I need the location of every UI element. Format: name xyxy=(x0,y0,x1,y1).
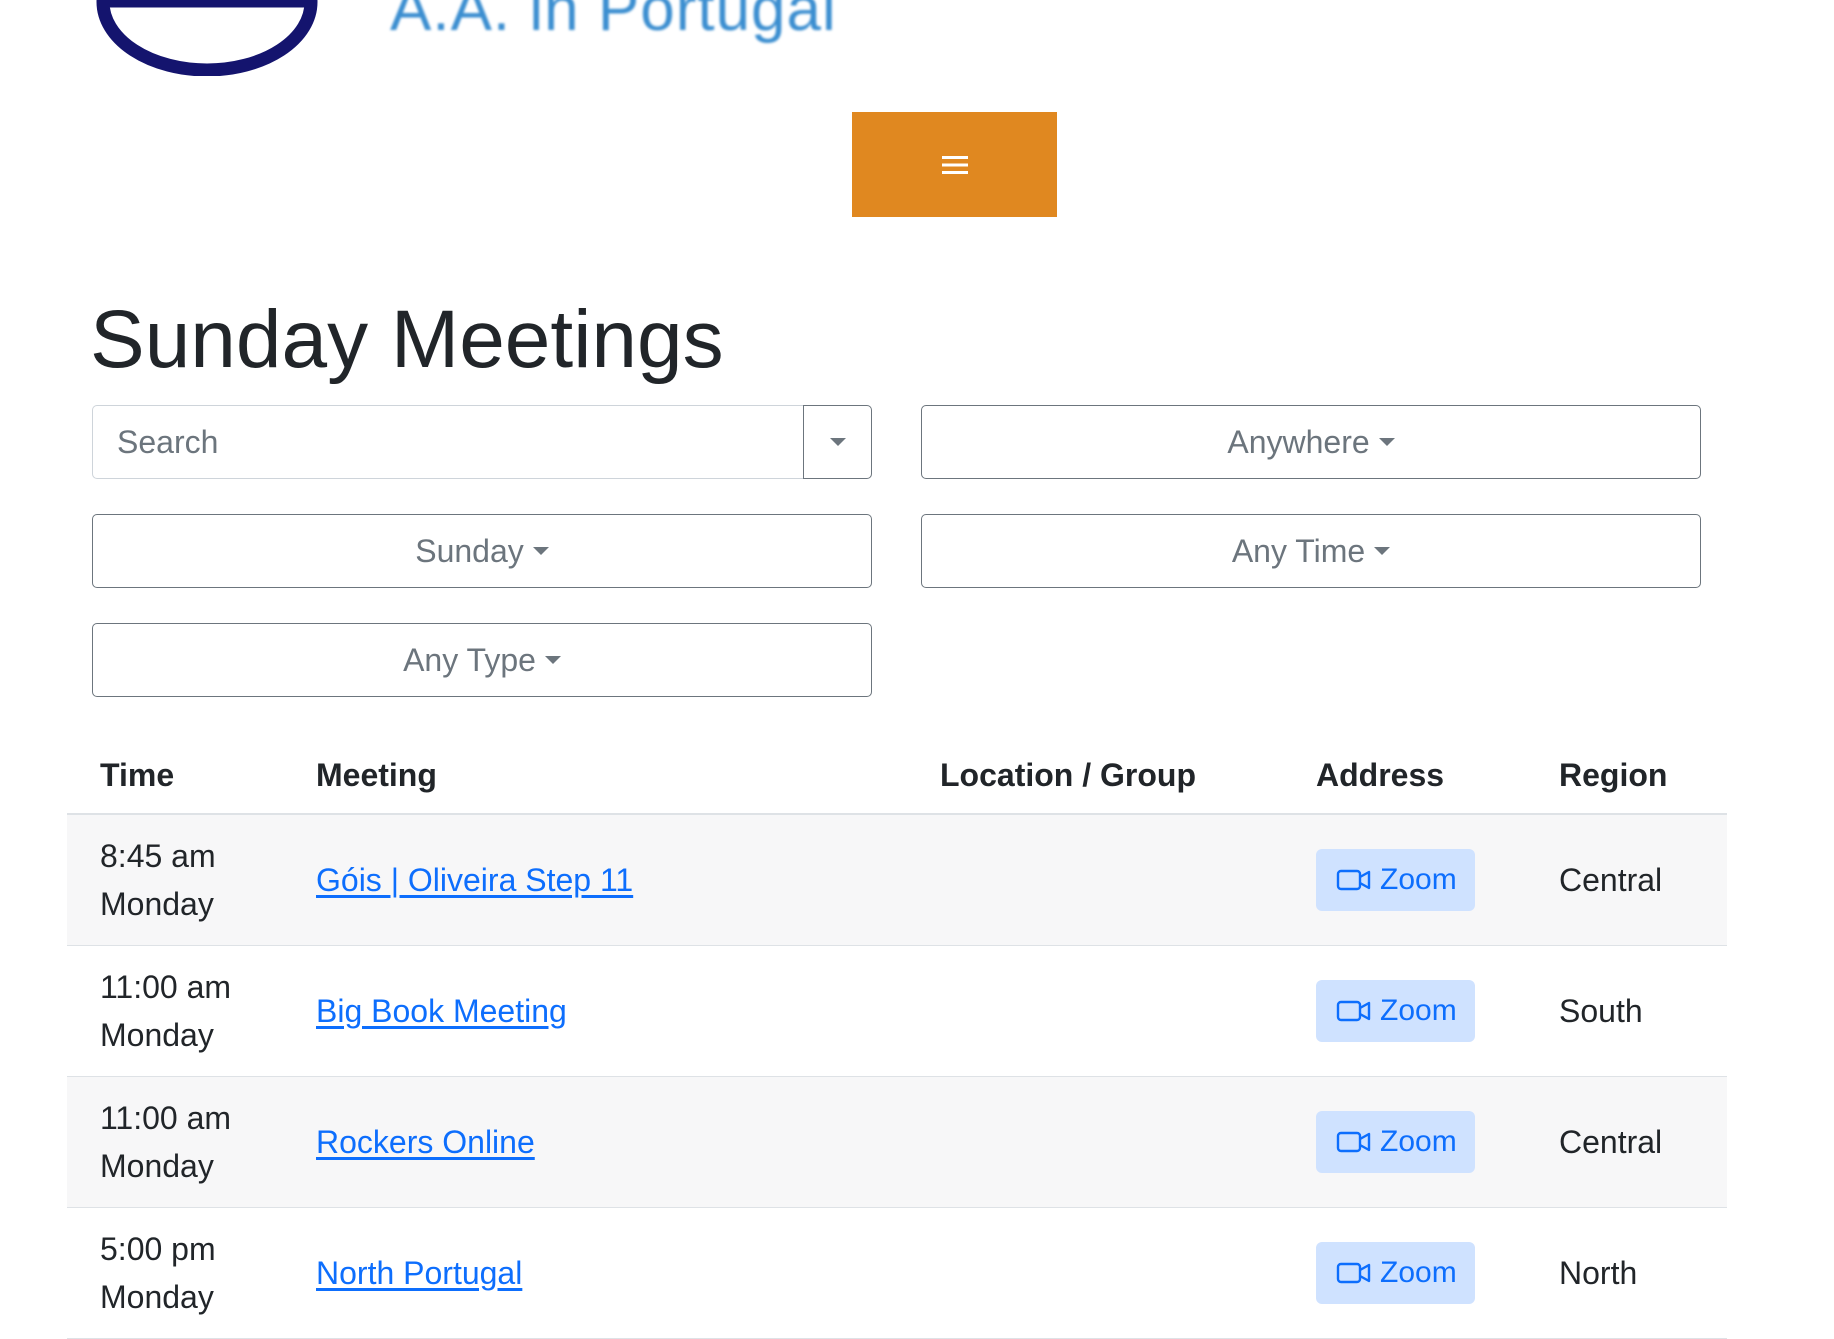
zoom-button[interactable]: Zoom xyxy=(1316,1111,1475,1173)
time-cell: 11:00 am Monday xyxy=(67,945,316,1077)
caret-down-icon xyxy=(532,547,549,555)
meetings-table: Time Meeting Location / Group Address Re… xyxy=(67,738,1727,1339)
meeting-link[interactable]: Góis | Oliveira Step 11 xyxy=(316,862,633,898)
region-cell: Central xyxy=(1559,814,1727,946)
meeting-day: Monday xyxy=(100,1017,214,1053)
column-header-location[interactable]: Location / Group xyxy=(940,738,1316,815)
region-dropdown[interactable]: Anywhere xyxy=(921,405,1701,479)
caret-down-icon xyxy=(544,656,561,664)
meeting-day: Monday xyxy=(100,1148,214,1184)
day-dropdown-label: Sunday xyxy=(415,532,524,569)
aa-logo-icon[interactable] xyxy=(94,0,320,76)
meeting-cell: Rockers Online xyxy=(316,1076,940,1208)
region-text: North xyxy=(1559,1254,1638,1291)
region-cell: South xyxy=(1559,945,1727,1077)
address-cell: Zoom xyxy=(1316,814,1559,946)
column-header-address[interactable]: Address xyxy=(1316,738,1559,815)
video-camera-icon xyxy=(1336,1262,1371,1284)
meeting-time: 11:00 am xyxy=(100,1100,232,1136)
zoom-button[interactable]: Zoom xyxy=(1316,1242,1475,1304)
table-header-row: Time Meeting Location / Group Address Re… xyxy=(67,738,1727,815)
zoom-button[interactable]: Zoom xyxy=(1316,849,1475,911)
meeting-time: 5:00 pm xyxy=(100,1231,216,1267)
search-group xyxy=(92,405,872,479)
time-dropdown[interactable]: Any Time xyxy=(921,514,1701,588)
zoom-label: Zoom xyxy=(1380,1125,1457,1158)
page-title: Sunday Meetings xyxy=(90,294,724,385)
location-cell xyxy=(940,1076,1316,1208)
table-row: 11:00 am Monday Big Book Meeting Zoom So… xyxy=(67,945,1727,1077)
meeting-cell: North Portugal xyxy=(316,1207,940,1339)
column-header-region[interactable]: Region xyxy=(1559,738,1727,815)
location-cell xyxy=(940,945,1316,1077)
table-row: 5:00 pm Monday North Portugal Zoom North xyxy=(67,1207,1727,1339)
zoom-label: Zoom xyxy=(1380,994,1457,1027)
zoom-button[interactable]: Zoom xyxy=(1316,980,1475,1042)
caret-down-icon xyxy=(1378,438,1395,446)
region-cell: North xyxy=(1559,1207,1727,1339)
caret-down-icon xyxy=(829,438,846,446)
search-input[interactable] xyxy=(92,405,803,479)
meeting-cell: Big Book Meeting xyxy=(316,945,940,1077)
address-cell: Zoom xyxy=(1316,1207,1559,1339)
region-text: Central xyxy=(1559,861,1663,898)
search-mode-dropdown-button[interactable] xyxy=(803,405,872,479)
meeting-time: 11:00 am xyxy=(100,969,232,1005)
time-cell: 11:00 am Monday xyxy=(67,1076,316,1208)
type-dropdown[interactable]: Any Type xyxy=(92,623,872,697)
meeting-link[interactable]: Big Book Meeting xyxy=(316,993,567,1029)
time-dropdown-label: Any Time xyxy=(1231,532,1366,569)
meeting-day: Monday xyxy=(100,886,214,922)
video-camera-icon xyxy=(1336,1131,1371,1153)
region-text: South xyxy=(1559,992,1643,1029)
caret-down-icon xyxy=(1374,547,1391,555)
column-header-time[interactable]: Time xyxy=(67,738,316,815)
region-dropdown-label: Anywhere xyxy=(1227,423,1370,460)
video-camera-icon xyxy=(1336,1000,1371,1022)
hamburger-icon xyxy=(941,155,968,174)
column-header-meeting[interactable]: Meeting xyxy=(316,738,940,815)
site-title[interactable]: A.A. in Portugal xyxy=(390,0,837,50)
day-dropdown[interactable]: Sunday xyxy=(92,514,872,588)
address-cell: Zoom xyxy=(1316,1076,1559,1208)
zoom-label: Zoom xyxy=(1380,1256,1457,1289)
time-cell: 8:45 am Monday xyxy=(67,814,316,946)
meeting-link[interactable]: North Portugal xyxy=(316,1255,522,1291)
region-text: Central xyxy=(1559,1123,1663,1160)
time-cell: 5:00 pm Monday xyxy=(67,1207,316,1339)
meeting-link[interactable]: Rockers Online xyxy=(316,1124,535,1160)
location-cell xyxy=(940,1207,1316,1339)
meeting-day: Monday xyxy=(100,1279,214,1315)
region-cell: Central xyxy=(1559,1076,1727,1208)
video-camera-icon xyxy=(1336,869,1371,891)
meeting-cell: Góis | Oliveira Step 11 xyxy=(316,814,940,946)
zoom-label: Zoom xyxy=(1380,863,1457,896)
table-row: 11:00 am Monday Rockers Online Zoom Cent… xyxy=(67,1076,1727,1208)
meeting-time: 8:45 am xyxy=(100,838,216,874)
type-dropdown-label: Any Type xyxy=(403,641,536,678)
address-cell: Zoom xyxy=(1316,945,1559,1077)
table-row: 8:45 am Monday Góis | Oliveira Step 11 Z… xyxy=(67,814,1727,946)
menu-toggle-button[interactable] xyxy=(852,112,1057,217)
location-cell xyxy=(940,814,1316,946)
